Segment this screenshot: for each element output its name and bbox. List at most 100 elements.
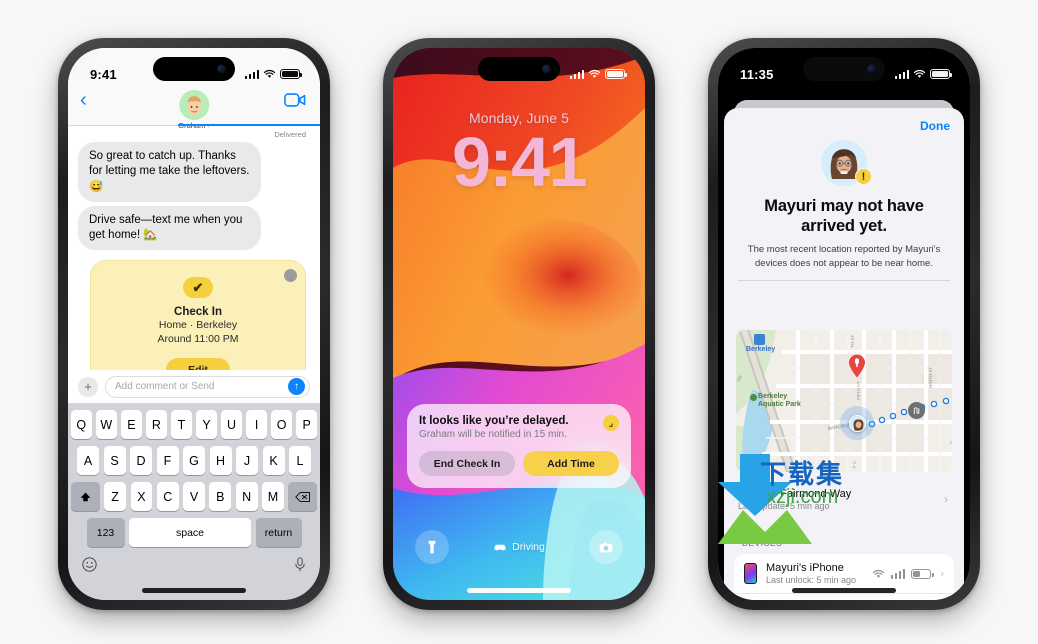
phone1-screen: 9:41 ‹ › Delivered So great to catch up.… bbox=[68, 48, 320, 600]
done-button[interactable]: Done bbox=[920, 119, 950, 133]
chevron-right-icon[interactable]: › bbox=[940, 568, 944, 580]
key-t[interactable]: T bbox=[171, 410, 192, 439]
return-key[interactable]: return bbox=[255, 518, 302, 547]
phone2-screen: Monday, June 5 9:41 ⌟ It looks like you’… bbox=[393, 48, 645, 600]
key-m[interactable]: M bbox=[262, 482, 284, 511]
wifi-icon bbox=[872, 569, 884, 578]
key-d[interactable]: D bbox=[130, 446, 152, 475]
mic-icon[interactable] bbox=[294, 557, 306, 572]
map-pin-icon[interactable] bbox=[848, 354, 866, 378]
cellular-bars-icon bbox=[890, 569, 906, 579]
key-o[interactable]: O bbox=[271, 410, 292, 439]
devices-list: Mayuri's iPhone Last unlock: 5 min ago › bbox=[734, 554, 954, 600]
key-v[interactable]: V bbox=[183, 482, 205, 511]
phone-findmy: 11:35 Done ! Mayuri may not have arrived… bbox=[708, 38, 980, 610]
iphone-icon bbox=[744, 563, 757, 584]
message-list: Delivered So great to catch up. Thanks f… bbox=[68, 126, 320, 403]
message-input-bar: + Add comment or Send ↑ bbox=[68, 370, 320, 403]
page-subtitle: The most recent location reported by May… bbox=[747, 244, 941, 269]
front-camera-icon bbox=[867, 64, 876, 74]
key-p[interactable]: P bbox=[296, 410, 317, 439]
keyboard-row-2: A S D F G H J K L bbox=[68, 446, 320, 475]
findmy-sheet: Done ! Mayuri may not have arrived yet. … bbox=[724, 108, 964, 600]
add-time-button[interactable]: Add Time bbox=[523, 451, 619, 476]
list-item[interactable]: Mayuri's Apple Watch Last update: 5 min … bbox=[734, 593, 954, 600]
focus-status-driving[interactable]: Driving bbox=[493, 541, 545, 553]
person-location-icon[interactable] bbox=[849, 415, 866, 432]
key-j[interactable]: J bbox=[236, 446, 258, 475]
key-x[interactable]: X bbox=[130, 482, 153, 511]
space-key[interactable]: space bbox=[129, 518, 251, 547]
check-in-title: Check In bbox=[174, 306, 222, 319]
message-bubble: Drive safe—text me when you get home! 🏡 bbox=[78, 205, 261, 251]
key-f[interactable]: F bbox=[156, 446, 179, 475]
device-status-icons bbox=[872, 568, 934, 579]
numeric-key[interactable]: 123 bbox=[86, 518, 125, 547]
key-r[interactable]: R bbox=[146, 410, 167, 439]
key-q[interactable]: Q bbox=[71, 410, 92, 439]
route-end-icon[interactable] bbox=[908, 402, 925, 419]
backspace-key-icon[interactable] bbox=[288, 482, 318, 511]
key-a[interactable]: A bbox=[77, 446, 99, 475]
battery-icon bbox=[911, 568, 934, 579]
device-text: Mayuri's iPhone Last unlock: 5 min ago bbox=[766, 562, 863, 585]
keyboard-row-1: Q W E R T Y U I O P bbox=[68, 410, 320, 439]
on-screen-keyboard[interactable]: Q W E R T Y U I O P A S D F G H J K L Z … bbox=[68, 403, 320, 600]
delay-title: It looks like you’re delayed. bbox=[419, 415, 569, 427]
key-e[interactable]: E bbox=[121, 410, 142, 439]
send-button[interactable]: ↑ bbox=[288, 378, 305, 395]
comment-input[interactable]: Add comment or Send ↑ bbox=[105, 375, 310, 398]
key-w[interactable]: W bbox=[96, 410, 117, 439]
key-n[interactable]: N bbox=[235, 482, 258, 511]
transit-station-icon bbox=[754, 334, 765, 345]
location-row[interactable]: Near 90 Fairmond Way Last update: 5 min … bbox=[724, 480, 964, 518]
keyboard-row-4: 123 space return bbox=[68, 518, 320, 547]
key-u[interactable]: U bbox=[221, 410, 242, 439]
map-label-aquatic-park: Berkeley Aquatic Park bbox=[758, 393, 801, 409]
device-subtitle: Last unlock: 5 min ago bbox=[766, 575, 857, 585]
key-s[interactable]: S bbox=[103, 446, 126, 475]
emoji-icon[interactable] bbox=[82, 557, 97, 572]
add-attachment-icon[interactable]: + bbox=[78, 376, 98, 397]
svg-text:CHA: CHA bbox=[950, 440, 952, 445]
screenshot-stage: 9:41 ‹ › Delivered So great to catch up.… bbox=[0, 0, 1038, 644]
key-b[interactable]: B bbox=[209, 482, 232, 511]
key-z[interactable]: Z bbox=[104, 482, 127, 511]
key-h[interactable]: H bbox=[209, 446, 232, 475]
key-c[interactable]: C bbox=[156, 482, 179, 511]
close-icon[interactable]: close-icon bbox=[284, 269, 297, 283]
location-title: Near 90 Fairmond Way bbox=[738, 487, 852, 500]
key-i[interactable]: I bbox=[246, 410, 267, 439]
lock-time: 9:41 bbox=[451, 123, 588, 201]
typing-progress-bar bbox=[178, 123, 320, 126]
end-check-in-button[interactable]: End Check In bbox=[419, 451, 515, 476]
key-g[interactable]: G bbox=[183, 446, 205, 475]
input-placeholder: Add comment or Send bbox=[115, 381, 215, 392]
car-icon bbox=[494, 544, 506, 550]
message-bubble: So great to catch up. Thanks for letting… bbox=[78, 142, 261, 202]
check-in-time: Around 11:00 PM bbox=[157, 333, 239, 346]
home-indicator bbox=[792, 588, 896, 593]
flashlight-icon[interactable] bbox=[415, 530, 449, 564]
map-view[interactable]: TH ST NINTH ST FIFTH ST BANCROFT WAY CHA… bbox=[736, 330, 952, 472]
graham-memoji-avatar bbox=[179, 90, 209, 120]
shift-key-icon[interactable] bbox=[71, 482, 100, 511]
devices-section-label: DEVICES bbox=[742, 538, 783, 548]
chevron-right-icon[interactable]: › bbox=[944, 492, 948, 506]
keyboard-bottom-row bbox=[68, 554, 320, 572]
phone-messages: 9:41 ‹ › Delivered So great to catch up.… bbox=[58, 38, 330, 610]
camera-icon[interactable] bbox=[589, 530, 623, 564]
key-y[interactable]: Y bbox=[196, 410, 217, 439]
front-camera-icon bbox=[542, 64, 551, 74]
device-name: Mayuri's iPhone bbox=[766, 562, 844, 574]
key-l[interactable]: L bbox=[289, 446, 311, 475]
home-indicator bbox=[467, 588, 571, 593]
check-badge-icon: ✔ bbox=[183, 277, 213, 299]
svg-text:NINTH ST: NINTH ST bbox=[928, 367, 933, 388]
check-in-delay-notification[interactable]: ⌟ It looks like you’re delayed. Graham w… bbox=[407, 404, 631, 488]
back-chevron-icon[interactable]: ‹ bbox=[80, 90, 87, 110]
park-icon bbox=[750, 394, 757, 401]
checkin-clock-icon: ⌟ bbox=[603, 415, 619, 431]
key-k[interactable]: K bbox=[262, 446, 285, 475]
video-camera-icon[interactable] bbox=[284, 93, 306, 108]
